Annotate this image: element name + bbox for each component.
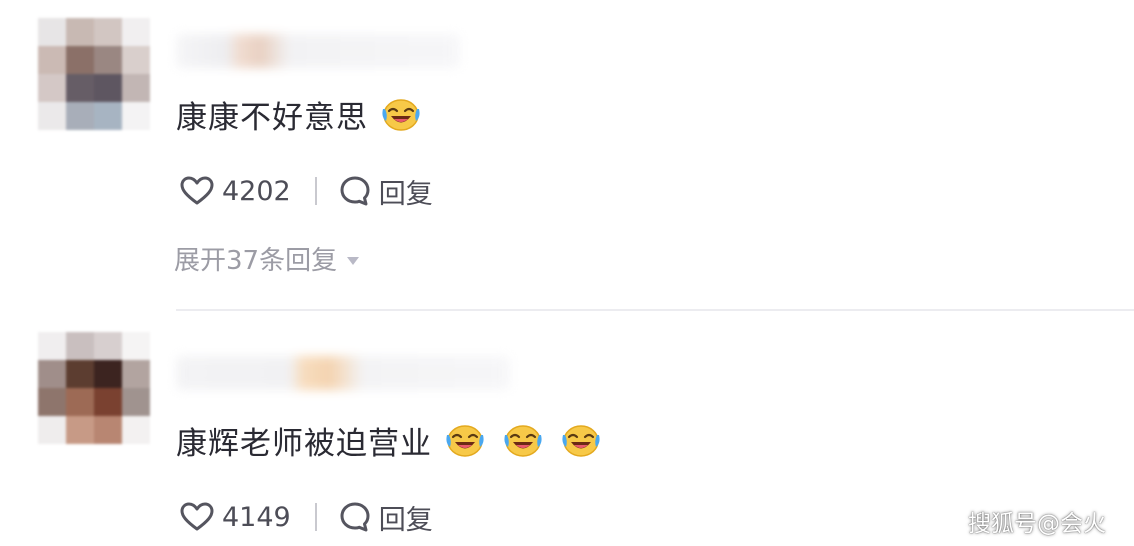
like-button[interactable]: 4149	[180, 502, 291, 533]
username-redacted[interactable]	[176, 356, 510, 390]
expand-replies-button[interactable]: 展开37条回复	[174, 240, 361, 277]
reply-button[interactable]: 回复	[339, 172, 433, 211]
comment-thread: 康康不好意思 4202 回复 展开37条回复 康辉老师被迫营业 4149 回复 …	[0, 0, 1134, 546]
comment-text-content: 康康不好意思	[176, 100, 368, 136]
heart-icon	[180, 176, 214, 206]
comment-divider	[176, 309, 1134, 311]
username-redacted[interactable]	[176, 34, 460, 68]
comment-text-content: 康辉老师被迫营业	[176, 426, 432, 462]
avatar[interactable]	[38, 332, 150, 444]
comment-actions: 4149 回复	[180, 497, 433, 537]
laughing-crying-emoji-icon	[446, 424, 484, 457]
laughing-crying-emoji-icon	[504, 424, 542, 457]
like-count: 4202	[222, 175, 291, 207]
expand-replies-label: 展开37条回复	[174, 246, 338, 276]
comment-text: 康康不好意思	[176, 92, 422, 137]
caret-down-icon	[345, 244, 361, 274]
speech-bubble-icon	[339, 501, 371, 533]
speech-bubble-icon	[339, 175, 371, 207]
reply-label: 回复	[378, 504, 433, 536]
comment-actions: 4202 回复	[180, 171, 433, 211]
action-divider	[314, 503, 317, 531]
heart-icon	[180, 502, 214, 532]
avatar[interactable]	[38, 18, 150, 130]
action-divider	[314, 177, 317, 205]
laughing-crying-emoji-icon	[382, 98, 420, 131]
watermark: 搜狐号@会火	[968, 511, 1106, 537]
like-count: 4149	[222, 501, 291, 533]
laughing-crying-emoji-icon	[562, 424, 600, 457]
comment-text: 康辉老师被迫营业	[176, 418, 602, 463]
like-button[interactable]: 4202	[180, 176, 291, 207]
reply-label: 回复	[378, 178, 433, 210]
reply-button[interactable]: 回复	[339, 498, 433, 537]
